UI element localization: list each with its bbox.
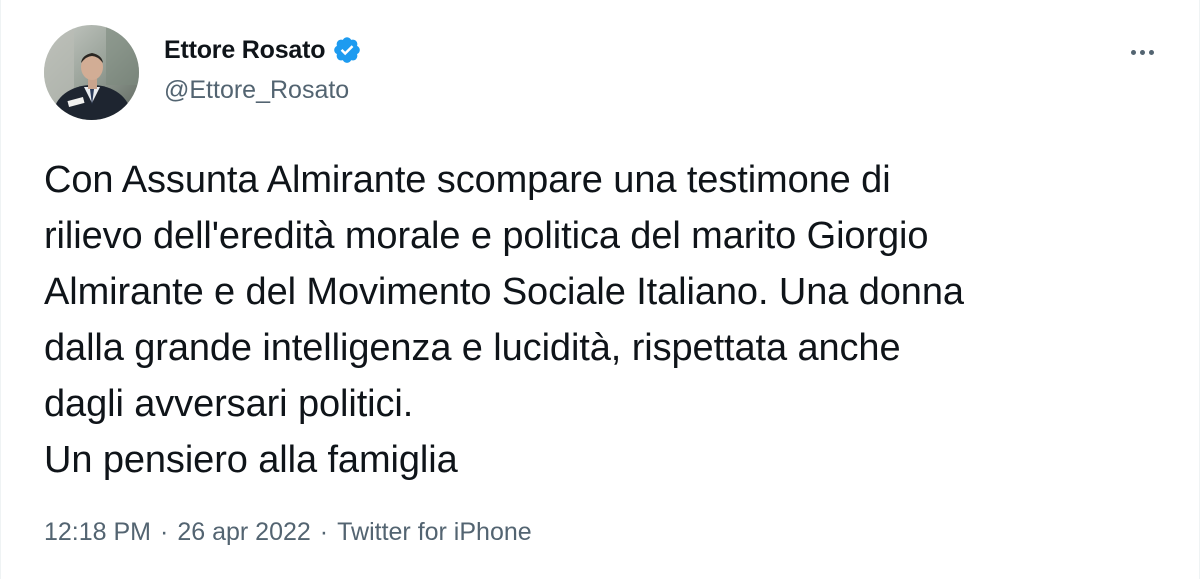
author-name[interactable]: Ettore Rosato	[164, 36, 326, 65]
tweet-metadata: 12:18 PM · 26 apr 2022 · Twitter for iPh…	[44, 518, 532, 547]
tweet-source[interactable]: Twitter for iPhone	[337, 518, 532, 547]
more-options-icon[interactable]	[1125, 38, 1159, 66]
author-name-row[interactable]: Ettore Rosato	[164, 34, 362, 66]
tweet-card: Ettore Rosato @Ettore_Rosato Con Assunta…	[0, 0, 1200, 579]
avatar[interactable]	[44, 25, 139, 120]
meta-separator: ·	[319, 518, 329, 546]
tweet-text: Con Assunta Almirante scompare una testi…	[44, 159, 964, 481]
tweet-time[interactable]: 12:18 PM	[44, 518, 151, 547]
tweet-date[interactable]: 26 apr 2022	[177, 518, 310, 547]
meta-separator: ·	[160, 518, 169, 546]
verified-badge-icon	[332, 35, 362, 65]
avatar-photo	[44, 25, 139, 120]
author-handle[interactable]: @Ettore_Rosato	[164, 76, 349, 105]
